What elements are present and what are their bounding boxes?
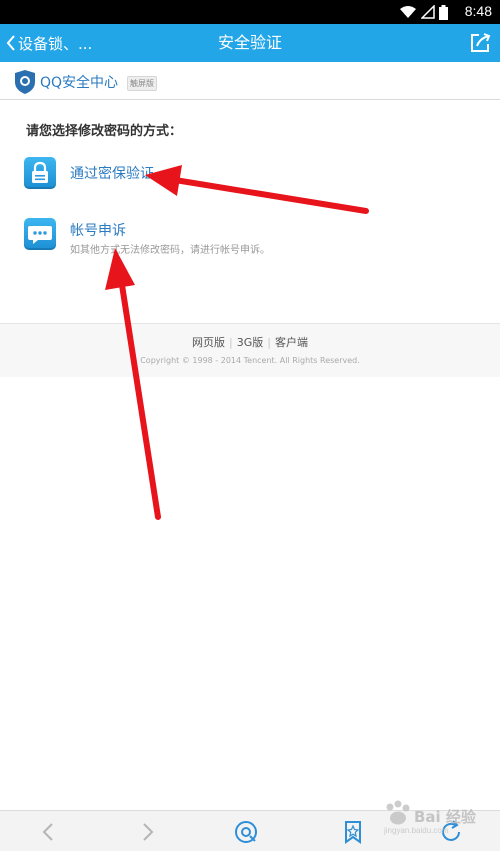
- option-label: 帐号申诉: [70, 223, 126, 239]
- app-header: 设备锁、... 安全验证: [0, 24, 500, 62]
- footer-link-3g[interactable]: 3G版: [237, 336, 264, 349]
- option-icon-tile: [24, 218, 56, 250]
- brand-name: QQ安全中心: [40, 75, 119, 91]
- copyright-text: Copyright © 1998 - 2014 Tencent. All Rig…: [140, 356, 360, 365]
- back-icon[interactable]: [36, 819, 62, 845]
- watermark-text: Bai 经验: [414, 808, 476, 826]
- wifi-icon: [400, 6, 416, 18]
- account-appeal-option[interactable]: 帐号申诉 如其他方式无法修改密码，请进行帐号申诉。: [24, 218, 344, 258]
- home-icon[interactable]: [233, 819, 259, 845]
- security-question-option[interactable]: 通过密保验证: [24, 157, 224, 193]
- page-footer: 网页版 | 3G版 | 客户端 Copyright © 1998 - 2014 Tenc…: [0, 323, 500, 377]
- footer-link-client[interactable]: 客户端: [275, 336, 308, 349]
- footer-separator: |: [267, 336, 271, 349]
- share-icon[interactable]: [468, 31, 492, 55]
- paw-logo-icon: [386, 800, 410, 825]
- signal-icon: [421, 5, 435, 19]
- lock-icon: [32, 161, 48, 183]
- footer-links: 网页版 | 3G版 | 客户端: [0, 334, 500, 350]
- battery-icon: [439, 4, 448, 20]
- bookmark-icon[interactable]: [340, 819, 366, 845]
- footer-link-web[interactable]: 网页版: [192, 336, 225, 349]
- watermark: Bai 经验 jingyan.baidu.com: [380, 798, 492, 838]
- page-title: 安全验证: [217, 33, 282, 52]
- footer-separator: |: [229, 336, 233, 349]
- option-description: 如其他方式无法修改密码，请进行帐号申诉。: [70, 245, 270, 256]
- method-prompt: 请您选择修改密码的方式：: [26, 124, 183, 139]
- watermark-url: jingyan.baidu.com: [384, 826, 449, 835]
- shield-logo-icon: [15, 70, 35, 94]
- status-icons: [399, 4, 448, 20]
- chat-bubble-icon: [28, 226, 52, 244]
- status-time: 8:48: [464, 3, 492, 19]
- option-icon-tile: [24, 157, 56, 189]
- forward-icon[interactable]: [134, 819, 160, 845]
- brand-bar: QQ安全中心 触屏版: [0, 62, 500, 100]
- status-bar: 8:48: [0, 0, 500, 24]
- arrow-to-option-2: [105, 248, 161, 520]
- version-badge: 触屏版: [127, 76, 157, 91]
- option-label: 通过密保验证: [70, 166, 154, 182]
